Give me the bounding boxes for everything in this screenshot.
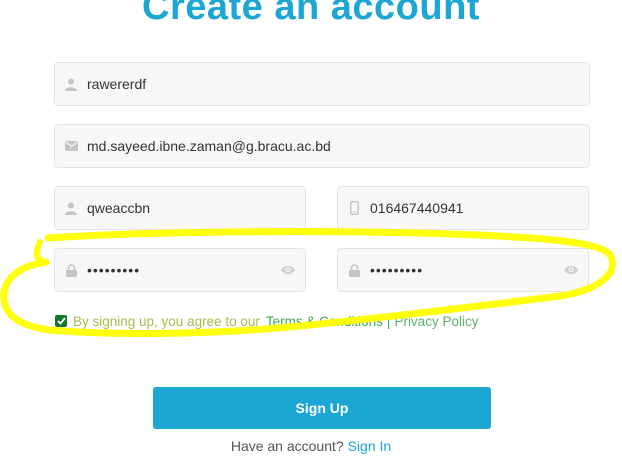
confirm-password-value: •••••••••	[370, 262, 424, 278]
email-value: md.sayeed.ibne.zaman@g.bracu.ac.bd	[87, 138, 331, 154]
page-title: Create an account	[142, 0, 480, 28]
envelope-icon	[64, 139, 78, 153]
phone-icon	[347, 201, 361, 215]
sign-up-button[interactable]: Sign Up	[153, 387, 491, 429]
eye-icon[interactable]	[563, 263, 579, 277]
password-value: •••••••••	[87, 262, 141, 278]
user-icon	[64, 77, 78, 91]
privacy-policy-link[interactable]: Privacy Policy	[394, 314, 478, 329]
name-field[interactable]: rawererdf	[54, 62, 590, 106]
lock-icon	[347, 263, 361, 277]
eye-icon[interactable]	[280, 263, 296, 277]
terms-separator: |	[386, 313, 391, 329]
phone-field[interactable]: 016467440941	[337, 186, 589, 230]
username-field[interactable]: qweaccbn	[54, 186, 306, 230]
password-field[interactable]: •••••••••	[54, 248, 306, 292]
name-value: rawererdf	[87, 76, 147, 92]
user-icon	[64, 201, 78, 215]
have-account-text: Have an account?	[230, 438, 344, 454]
confirm-password-field[interactable]: •••••••••	[337, 248, 589, 292]
phone-value: 016467440941	[370, 200, 464, 216]
lock-icon	[64, 263, 78, 277]
have-account-row: Have an account? Sign In	[0, 438, 622, 454]
username-value: qweaccbn	[87, 200, 151, 216]
terms-conditions-link[interactable]: Terms & Conditions	[266, 314, 383, 329]
terms-text: By signing up, you agree to our	[73, 313, 260, 329]
terms-row: By signing up, you agree to our Terms & …	[55, 312, 478, 330]
email-field[interactable]: md.sayeed.ibne.zaman@g.bracu.ac.bd	[54, 124, 590, 168]
terms-checkbox[interactable]	[55, 315, 67, 327]
sign-in-link[interactable]: Sign In	[348, 438, 392, 454]
